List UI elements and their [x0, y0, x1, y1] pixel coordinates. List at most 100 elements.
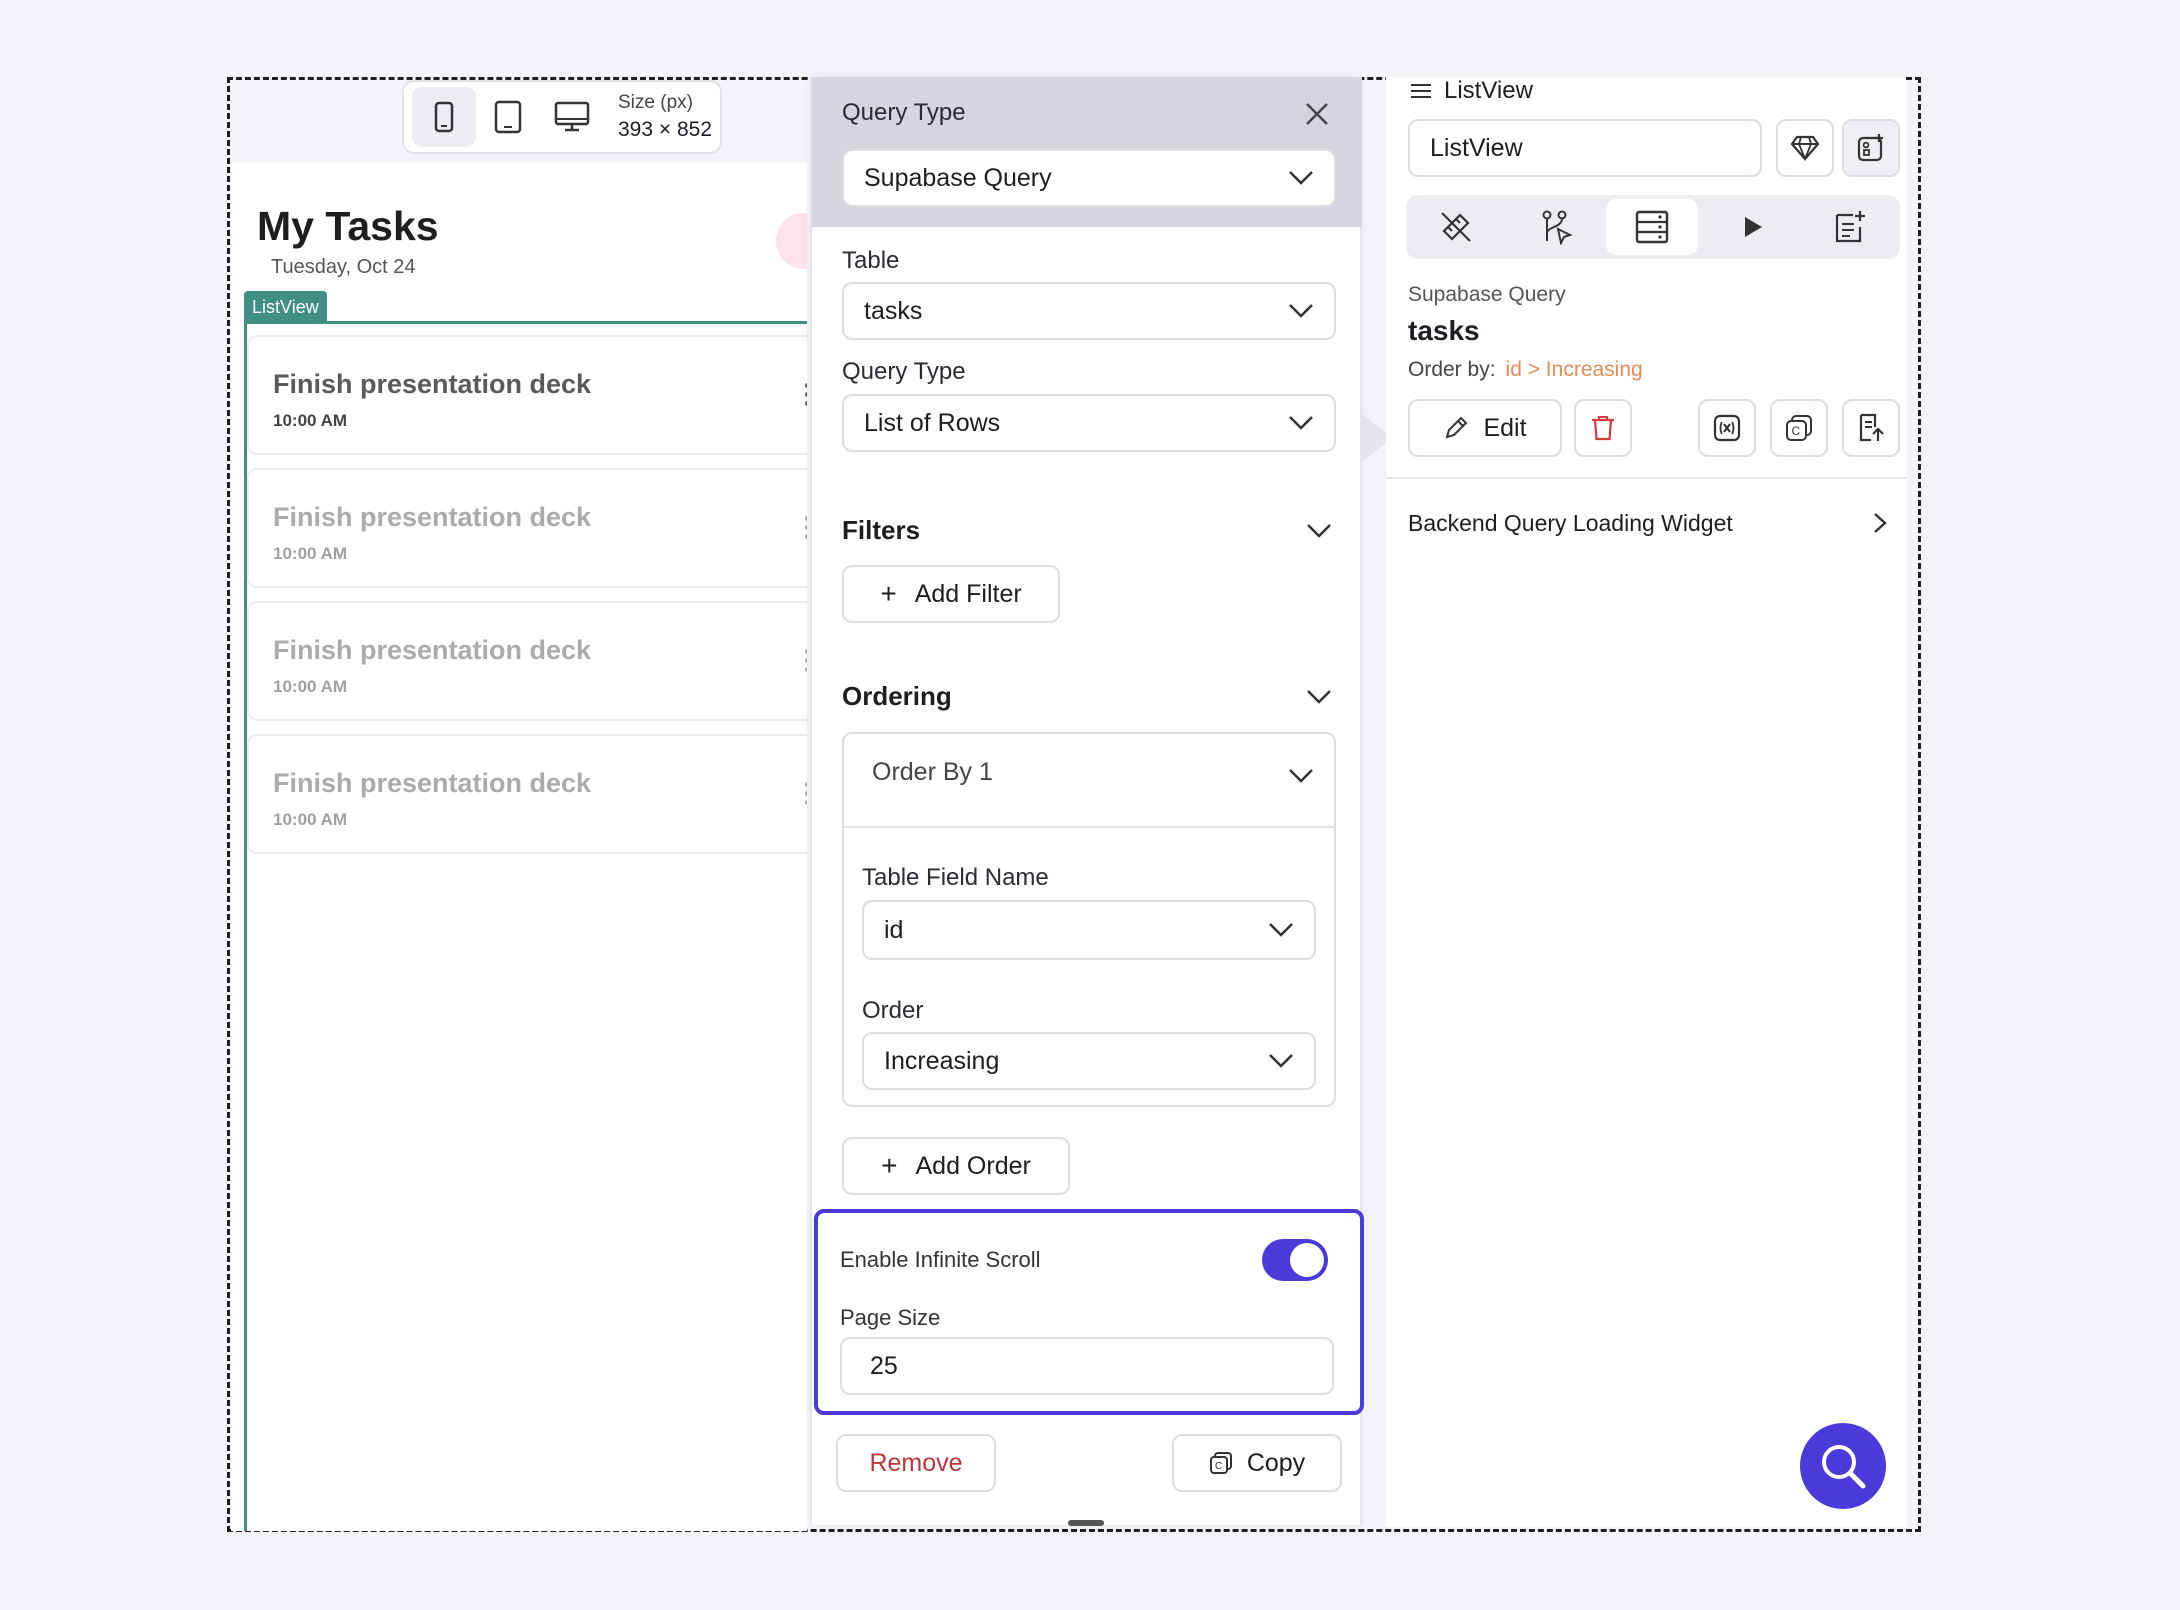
copy-label: Copy	[1246, 1448, 1306, 1477]
tab-test[interactable]	[1706, 199, 1798, 255]
ordering-heading: Ordering	[842, 681, 952, 711]
filters-heading: Filters	[842, 515, 921, 545]
close-icon[interactable]	[1304, 101, 1330, 127]
query-type-header: Query Type Supabase Query	[812, 77, 1362, 227]
more-options-icon[interactable]	[805, 649, 807, 676]
table-label: Table	[842, 247, 900, 274]
page-date: Tuesday, Oct 24	[271, 256, 416, 278]
task-card[interactable]: Finish presentation deck 10:00 AM	[247, 335, 807, 455]
order-label: Order	[862, 997, 924, 1024]
svg-text:C: C	[1792, 424, 1801, 438]
table-select[interactable]: tasks	[842, 282, 1336, 340]
task-time: 10:00 AM	[273, 677, 348, 696]
order-by-value: id > Increasing	[1505, 358, 1643, 381]
query-config-panel: Query Type Supabase Query Table tasks Qu…	[810, 77, 1364, 1526]
copy-query-button[interactable]: C	[1770, 399, 1828, 457]
task-title: Finish presentation deck	[273, 768, 592, 798]
chevron-down-icon	[1269, 923, 1293, 937]
search-button[interactable]	[1800, 1423, 1886, 1509]
properties-tabbar	[1406, 195, 1900, 259]
size-label: Size (px)	[618, 92, 693, 113]
task-time: 10:00 AM	[273, 544, 348, 563]
divider	[1386, 477, 1906, 479]
edit-label: Edit	[1483, 413, 1527, 442]
more-options-icon[interactable]	[805, 516, 807, 543]
chevron-down-icon	[1289, 304, 1313, 318]
infinite-scroll-toggle[interactable]	[1262, 1239, 1328, 1281]
svg-text:C: C	[1215, 1461, 1222, 1472]
export-query-button[interactable]	[1842, 399, 1900, 457]
order-by-title[interactable]: Order By 1	[872, 758, 993, 787]
tab-notes[interactable]	[1804, 199, 1896, 255]
ordering-collapse-icon[interactable]	[1306, 687, 1332, 705]
query-type-select-value: Supabase Query	[864, 163, 1052, 192]
properties-icon	[1441, 212, 1471, 242]
table-field-select[interactable]: id	[862, 900, 1316, 960]
add-widget-button[interactable]	[1842, 119, 1900, 177]
desktop-icon	[554, 101, 590, 132]
query-rows-select[interactable]: List of Rows	[842, 394, 1336, 452]
toggle-knob	[1290, 1243, 1324, 1277]
add-order-button[interactable]: + Add Order	[842, 1137, 1070, 1195]
actions-icon	[1542, 210, 1573, 245]
search-icon	[1822, 1445, 1866, 1489]
listview-tag[interactable]: ListView	[244, 291, 327, 323]
chevron-down-icon	[1269, 1054, 1293, 1068]
copy-button[interactable]: C Copy	[1172, 1434, 1342, 1492]
copy-icon: C	[1209, 1452, 1232, 1474]
infinite-scroll-section: Enable Infinite Scroll Page Size 25	[814, 1209, 1364, 1415]
plus-icon: +	[881, 1150, 898, 1181]
export-document-icon	[1859, 413, 1884, 442]
chevron-right-icon	[1874, 513, 1887, 533]
breadcrumb-label: ListView	[1444, 77, 1533, 104]
backend-loading-widget-row[interactable]: Backend Query Loading Widget	[1408, 503, 1888, 543]
resize-handle[interactable]	[1068, 1520, 1104, 1526]
size-value: 393 × 852	[618, 117, 713, 141]
page-title: My Tasks	[257, 203, 439, 249]
order-select[interactable]: Increasing	[862, 1032, 1316, 1090]
order-by-card: Order By 1 Table Field Name id Order Inc…	[842, 732, 1336, 1107]
task-time: 10:00 AM	[273, 411, 348, 430]
breadcrumb: ListView	[1410, 77, 1533, 105]
widget-name-input[interactable]: ListView	[1408, 119, 1762, 177]
more-options-icon[interactable]	[805, 782, 807, 809]
notes-icon	[1835, 211, 1865, 243]
device-toolbar: Size (px) 393 × 852	[402, 80, 722, 154]
add-widget-icon	[1857, 134, 1883, 162]
task-title: Finish presentation deck	[273, 502, 592, 532]
query-table-name: tasks	[1408, 315, 1480, 346]
tab-properties[interactable]	[1410, 199, 1502, 255]
phone-device-button[interactable]	[412, 87, 476, 147]
query-source-label: Supabase Query	[1408, 283, 1566, 306]
avatar[interactable]	[776, 213, 807, 269]
clear-variable-icon	[1713, 414, 1741, 442]
remove-button[interactable]: Remove	[836, 1434, 996, 1492]
more-options-icon[interactable]	[805, 383, 807, 410]
filters-collapse-icon[interactable]	[1306, 521, 1332, 539]
query-type-header-label: Query Type	[842, 99, 966, 126]
delete-query-button[interactable]	[1574, 399, 1632, 457]
task-title: Finish presentation deck	[273, 369, 592, 399]
clear-query-button[interactable]	[1698, 399, 1756, 457]
tab-backend-query[interactable]	[1606, 199, 1698, 255]
task-card[interactable]: Finish presentation deck 10:00 AM	[247, 468, 807, 588]
pencil-icon	[1445, 416, 1468, 439]
add-filter-button[interactable]: + Add Filter	[842, 565, 1060, 623]
task-time: 10:00 AM	[273, 810, 348, 829]
size-readout: Size (px) 393 × 852	[618, 91, 712, 143]
order-by-label: Order by:	[1408, 358, 1496, 381]
chevron-down-icon[interactable]	[1288, 766, 1314, 784]
task-card[interactable]: Finish presentation deck 10:00 AM	[247, 734, 807, 854]
desktop-device-button[interactable]	[540, 87, 604, 147]
infinite-scroll-label: Enable Infinite Scroll	[840, 1247, 1041, 1272]
query-type-select[interactable]: Supabase Query	[842, 149, 1336, 207]
page-size-input[interactable]: 25	[840, 1337, 1334, 1395]
table-select-value: tasks	[864, 296, 923, 325]
task-card[interactable]: Finish presentation deck 10:00 AM	[247, 601, 807, 721]
properties-panel: ListView ListView Supabase Query tasks O…	[1386, 77, 1906, 1527]
tablet-device-button[interactable]	[476, 87, 540, 147]
gem-button[interactable]	[1776, 119, 1834, 177]
tab-actions[interactable]	[1510, 199, 1602, 255]
edit-query-button[interactable]: Edit	[1408, 399, 1562, 457]
divider	[844, 826, 1334, 828]
